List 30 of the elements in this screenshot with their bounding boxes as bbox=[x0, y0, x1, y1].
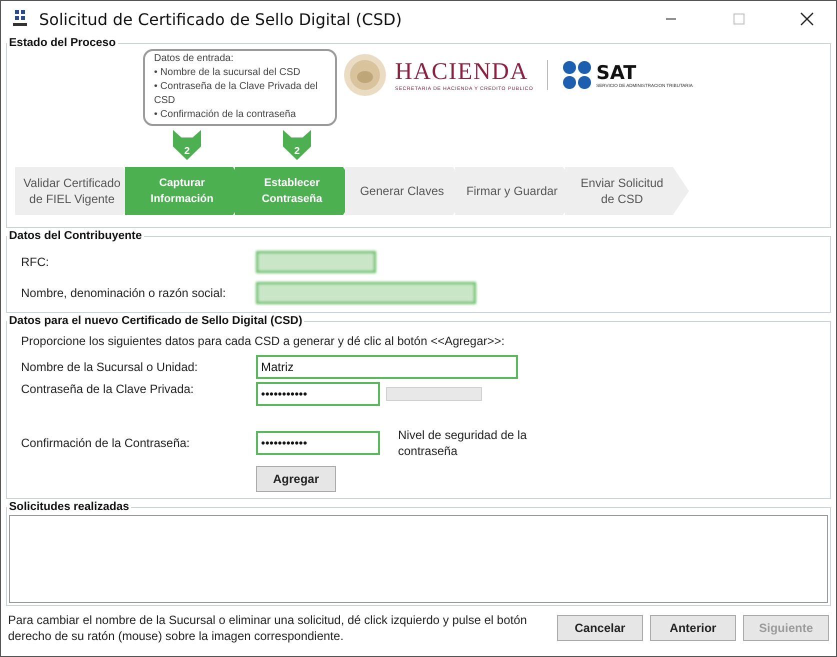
dots-logo-icon bbox=[562, 60, 592, 90]
password-field[interactable]: ••••••••••• bbox=[256, 382, 380, 406]
field-label: Contraseña de la Clave Privada: bbox=[20, 382, 195, 396]
close-icon[interactable] bbox=[800, 12, 814, 26]
input-field[interactable]: Matriz bbox=[256, 354, 518, 378]
field-label: RFC: bbox=[20, 254, 50, 268]
requests-list[interactable] bbox=[9, 515, 828, 603]
app-icon bbox=[11, 9, 29, 29]
process-step: Enviar Solicitud de CSD bbox=[565, 167, 689, 215]
field-label: Nombre, denominación o razón social: bbox=[20, 286, 227, 300]
section-title: Solicitudes realizadas bbox=[8, 501, 130, 513]
add-button[interactable]: Agregar bbox=[256, 466, 336, 492]
window-title: Solicitud de Certificado de Sello Digital (CSD) bbox=[39, 10, 403, 28]
section-title: Datos del Contribuyente bbox=[8, 230, 143, 242]
password-field[interactable]: ••••••••••• bbox=[256, 431, 380, 455]
strength-label: Nivel de seguridad de la contraseña bbox=[398, 427, 528, 459]
logo-text: SAT bbox=[596, 62, 638, 82]
step-marker: 2 bbox=[283, 130, 311, 160]
input-hint-callout: Datos de entrada: • Nombre de la sucursal del CSD • Contraseña de la Clave Privada del CSD • Confirmación de la contraseña bbox=[143, 49, 337, 126]
footer-button[interactable]: Cancelar bbox=[557, 615, 643, 641]
seal-icon bbox=[343, 53, 387, 97]
field-label: Nombre de la Sucursal o Unidad: bbox=[20, 360, 199, 374]
section-title: Datos para el nuevo Certificado de Sello Digital (CSD) bbox=[8, 315, 304, 327]
help-text: Para cambiar el nombre de la Sucursal o eliminar una solicitud, dé click izquierdo y pulse el botón derecho de su ratón (mouse) sobre la imagen correspondiente. bbox=[8, 612, 528, 644]
logo-text: HACIENDA bbox=[395, 58, 530, 86]
section-title: Estado del Proceso bbox=[8, 37, 117, 49]
step-marker: 2 bbox=[173, 130, 201, 160]
instructions-text: Proporcione los siguientes datos para cada CSD a generar y dé clic al botón <<Agregar>>: bbox=[20, 334, 505, 348]
footer-button[interactable]: Anterior bbox=[650, 615, 736, 641]
field-label: Confirmación de la Contraseña: bbox=[20, 436, 191, 450]
